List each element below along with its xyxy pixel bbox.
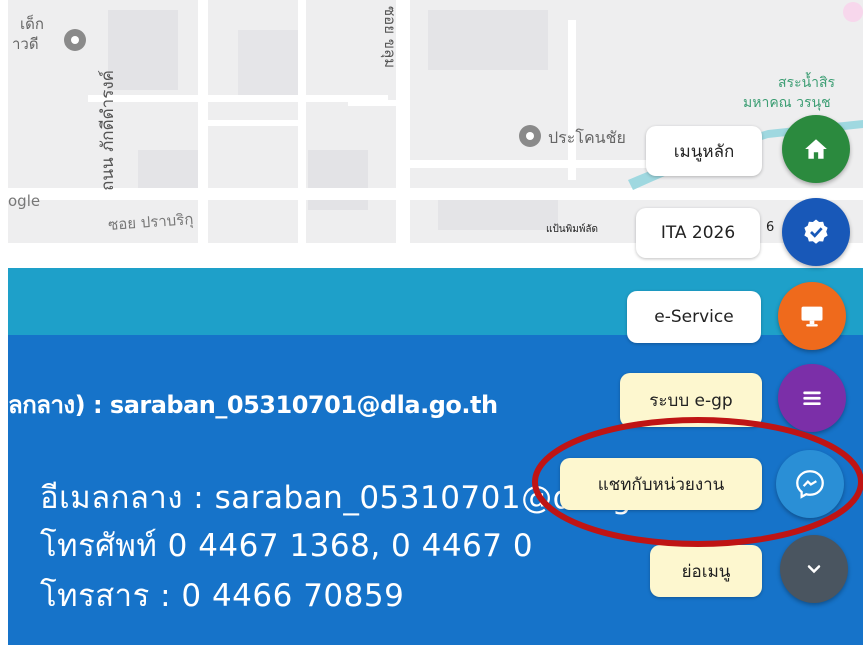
chevron-down-icon: [807, 565, 821, 574]
menu-label-ita[interactable]: ITA 2026: [636, 208, 760, 258]
map-area[interactable]: เด็ก าวดี ถนน ภักดีดำรงค์ ซอย ขลุม ประโค…: [8, 0, 863, 243]
map-label-street: ถนน ภักดีดำรงค์: [98, 70, 118, 191]
egp-button[interactable]: [778, 364, 846, 432]
menu-label-chat[interactable]: แชทกับหน่วยงาน: [560, 458, 762, 510]
list-icon: [803, 391, 821, 406]
map-label-green: สระน้ำสิร: [778, 75, 836, 91]
home-icon: [805, 139, 827, 159]
map-label-kids-sub: าวดี: [12, 35, 39, 53]
map-background: [8, 0, 863, 243]
map-label-poi: ประโคนชัย: [548, 128, 626, 147]
collapse-menu-button[interactable]: [780, 535, 848, 603]
badge-check-icon: [804, 219, 828, 244]
eservice-button[interactable]: [778, 282, 846, 350]
map-label-green-sub: มหาคณ วรนุช: [743, 95, 831, 111]
menu-label-collapse[interactable]: ย่อเมนู: [650, 545, 762, 597]
menu-label-egp[interactable]: ระบบ e-gp: [620, 373, 762, 427]
menu-label-eservice[interactable]: e-Service: [627, 291, 761, 343]
menu-label-main[interactable]: เมนูหลัก: [646, 126, 762, 176]
map-label-soi-top: ซอย ขลุม: [381, 6, 399, 69]
messenger-icon: [796, 470, 824, 499]
keyboard-shortcut-link[interactable]: แป้นพิมพ์ลัด: [546, 222, 598, 237]
chat-button[interactable]: [776, 450, 844, 518]
contact-phone: โทรศัพท์ 0 4467 1368, 0 4467 0: [40, 528, 534, 564]
home-button[interactable]: [782, 115, 850, 183]
monitor-icon: [801, 306, 823, 327]
contact-fax: โทรสาร : 0 4466 70859: [40, 578, 405, 614]
contact-email-short: ลกลาง) : saraban_05310701@dla.go.th: [8, 391, 498, 419]
map-label-digit: 6: [766, 220, 775, 235]
google-logo: ogle: [8, 192, 41, 210]
ita-button[interactable]: [782, 198, 850, 266]
